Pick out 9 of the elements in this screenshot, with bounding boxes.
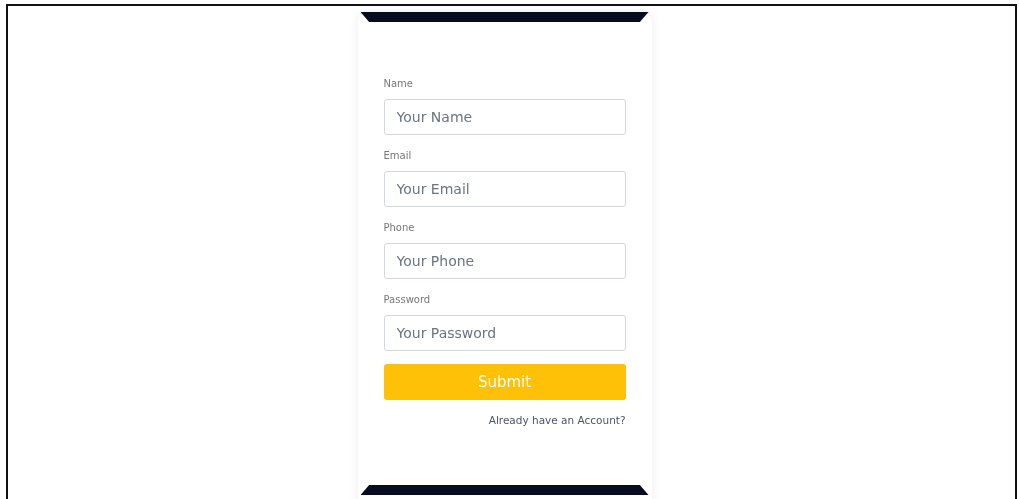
input-field[interactable]: Your Name [383, 99, 626, 135]
field-label: Email [383, 150, 413, 163]
field-label: Phone [383, 222, 416, 235]
field-label: Password [383, 294, 432, 307]
field-label: Name [383, 78, 414, 91]
input-field[interactable]: Your Email [383, 171, 626, 207]
input-field[interactable]: Your Phone [383, 243, 626, 279]
input-field[interactable]: Your Password [383, 315, 626, 351]
login-link[interactable]: Already have an Account? [488, 414, 626, 426]
